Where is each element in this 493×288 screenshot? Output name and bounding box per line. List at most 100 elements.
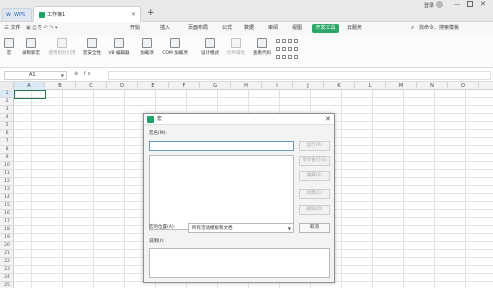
command-search[interactable]: ⌕ 找命令、搜索模板	[411, 24, 474, 33]
com-addin-icon	[170, 38, 180, 48]
column-header[interactable]: P	[479, 82, 493, 90]
macro-name-input[interactable]	[149, 141, 294, 151]
maximize-button[interactable]	[467, 1, 473, 7]
column-header[interactable]: I	[262, 82, 293, 90]
avatar[interactable]	[436, 1, 443, 8]
step-into-button[interactable]: 单步执行(S)	[299, 156, 330, 166]
active-cell-a1[interactable]	[14, 90, 46, 99]
com-addins-button[interactable]: COM 加载项	[160, 38, 190, 57]
column-header[interactable]: B	[45, 82, 76, 90]
row-header[interactable]: 7	[0, 138, 14, 146]
close-window-button[interactable]: ✕	[480, 0, 486, 8]
control-icons-row-2[interactable]	[276, 47, 300, 54]
row-header[interactable]: 10	[0, 162, 14, 170]
row-header[interactable]: 13	[0, 186, 14, 194]
edit-button[interactable]: 编辑(E)	[299, 171, 330, 181]
wps-sheet-icon	[147, 116, 154, 123]
close-tab-icon[interactable]: ✕	[131, 11, 136, 18]
delete-button[interactable]: 删除(D)	[299, 205, 330, 215]
control-properties-label: 控件属性	[227, 51, 245, 56]
menu-page-layout[interactable]: 页面布局	[188, 25, 208, 32]
menu-cloud[interactable]: 云服务	[347, 25, 362, 32]
menu-home[interactable]: 开始	[130, 25, 140, 32]
row-header[interactable]: 21	[0, 250, 14, 258]
row-header[interactable]: 2	[0, 98, 14, 106]
row-header[interactable]: 6	[0, 130, 14, 138]
macro-list[interactable]	[149, 155, 294, 230]
row-header[interactable]: 15	[0, 202, 14, 210]
row-header[interactable]: 20	[0, 242, 14, 250]
column-header[interactable]: M	[386, 82, 417, 90]
column-header[interactable]: H	[231, 82, 262, 90]
column-header[interactable]: G	[200, 82, 231, 90]
run-button[interactable]: 运行(R)	[299, 141, 330, 151]
menu-insert[interactable]: 插入	[160, 25, 170, 32]
row-header[interactable]: 14	[0, 194, 14, 202]
row-header[interactable]: 3	[0, 106, 14, 114]
row-header[interactable]: 5	[0, 122, 14, 130]
dialog-title: 宏	[157, 116, 163, 122]
column-header[interactable]: O	[448, 82, 479, 90]
row-header[interactable]: 25	[0, 282, 14, 288]
quick-access-icons[interactable]: ▣ ⎙ ⎘ ↶ ↷ ▾	[26, 25, 58, 32]
create-button[interactable]: 创建(C)	[299, 189, 330, 199]
menu-file[interactable]: 三 文件	[4, 25, 21, 32]
menu-developer[interactable]: 开发工具	[312, 24, 339, 33]
relative-reference-button[interactable]: 使用相对引用	[46, 38, 78, 57]
column-header[interactable]: F	[169, 82, 200, 90]
wps-home-tab[interactable]: w WPS	[2, 8, 32, 21]
column-header[interactable]: K	[324, 82, 355, 90]
row-header[interactable]: 24	[0, 274, 14, 282]
record-macro-button[interactable]: 录制新宏	[18, 38, 44, 57]
menu-data[interactable]: 数据	[244, 25, 254, 32]
column-header[interactable]: N	[417, 82, 448, 90]
row-header[interactable]: 18	[0, 226, 14, 234]
macros-in-value: 所有活动模板和文档	[192, 226, 233, 231]
row-header[interactable]: 17	[0, 218, 14, 226]
formula-input[interactable]	[108, 71, 491, 80]
wps-home-label: WPS	[14, 12, 26, 18]
fx-icon[interactable]: ⊕ fx	[74, 71, 93, 78]
column-header[interactable]: E	[138, 82, 169, 90]
row-header[interactable]: 4	[0, 114, 14, 122]
row-header[interactable]: 19	[0, 234, 14, 242]
row-header[interactable]: 11	[0, 170, 14, 178]
column-header[interactable]: D	[107, 82, 138, 90]
row-header[interactable]: 23	[0, 266, 14, 274]
description-box	[149, 248, 330, 278]
cell-reference: A1	[29, 72, 36, 78]
column-header[interactable]: C	[76, 82, 107, 90]
control-icons-row-3[interactable]	[276, 55, 300, 62]
column-header[interactable]: A	[14, 82, 45, 90]
chevron-down-icon[interactable]: ▼	[61, 72, 64, 79]
column-header[interactable]: J	[293, 82, 324, 90]
minimize-button[interactable]: —	[454, 1, 460, 8]
macros-button[interactable]: 宏	[2, 38, 16, 57]
cancel-button[interactable]: 取消	[299, 223, 330, 233]
design-mode-button[interactable]: 设计模式	[198, 38, 222, 57]
select-all-corner[interactable]	[0, 82, 14, 90]
column-header[interactable]: L	[355, 82, 386, 90]
addins-button[interactable]: 加载项	[137, 38, 157, 57]
menu-formulas[interactable]: 公式	[222, 25, 232, 32]
login-link[interactable]: 登录	[424, 2, 434, 9]
com-addins-label: COM 加载项	[162, 51, 188, 56]
tab-workbook1[interactable]: 工作簿1 ✕	[33, 6, 141, 22]
row-header[interactable]: 1	[0, 90, 14, 98]
row-header[interactable]: 8	[0, 146, 14, 154]
view-code-button[interactable]: 查看代码	[250, 38, 274, 57]
new-tab-button[interactable]: +	[147, 8, 155, 18]
close-icon[interactable]: ✕	[325, 115, 331, 123]
menu-view[interactable]: 视图	[292, 25, 302, 32]
row-header[interactable]: 9	[0, 154, 14, 162]
control-icons-row-1[interactable]	[276, 39, 300, 46]
row-header[interactable]: 22	[0, 258, 14, 266]
name-box[interactable]: A1 ▼	[4, 71, 67, 80]
macros-in-select[interactable]: 所有活动模板和文档 ▼	[188, 223, 294, 233]
menu-review[interactable]: 审阅	[268, 25, 278, 32]
row-header[interactable]: 16	[0, 210, 14, 218]
control-properties-button[interactable]: 控件属性	[224, 38, 248, 57]
row-header[interactable]: 12	[0, 178, 14, 186]
vb-editor-button[interactable]: VB 编辑器	[106, 38, 132, 57]
macro-security-button[interactable]: 宏安全性	[80, 38, 104, 57]
